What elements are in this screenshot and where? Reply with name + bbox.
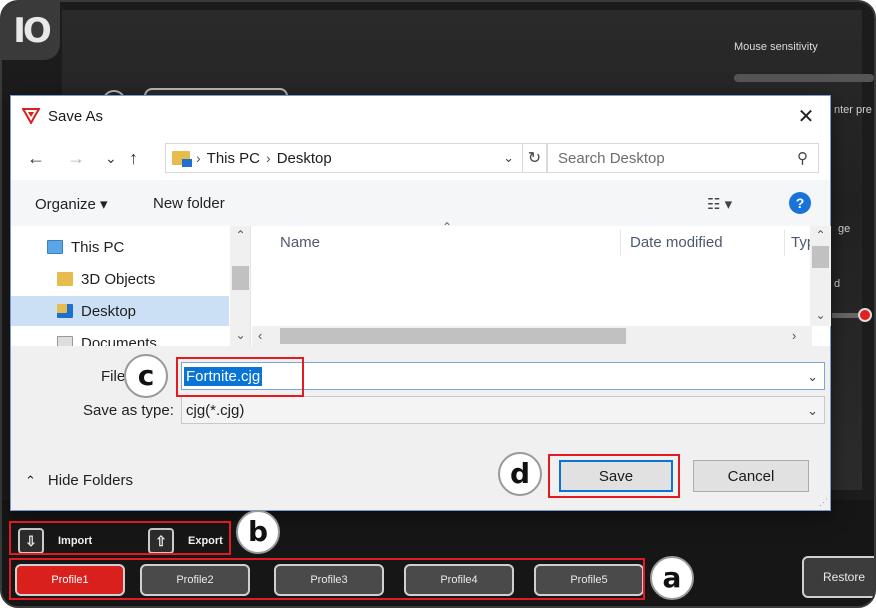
recent-locations-chevron-icon[interactable]: ⌄ xyxy=(105,150,117,167)
mouse-sensitivity-label: Mouse sensitivity xyxy=(734,41,818,53)
tree-item-label: This PC xyxy=(71,238,125,256)
address-bar[interactable]: › This PC › Desktop ⌄ ↻ xyxy=(165,143,547,173)
chevron-up-icon: ⌃ xyxy=(25,472,36,488)
side-label-2: ge xyxy=(838,223,851,235)
scrollbar-thumb[interactable] xyxy=(280,328,626,344)
callout-d: d xyxy=(498,452,542,496)
view-options-icon[interactable]: ☷ ▾ xyxy=(707,195,732,213)
breadcrumb-separator-icon: › xyxy=(196,150,201,166)
profiles-highlight xyxy=(9,558,645,600)
3d-objects-folder-icon xyxy=(57,272,73,286)
file-name-highlight xyxy=(176,357,304,397)
computer-icon xyxy=(47,240,63,254)
app-logo: IO xyxy=(2,2,60,60)
save-as-dialog: Save As ✕ ← → ⌄ ↑ › This PC › Desktop ⌄ … xyxy=(10,95,831,511)
save-as-type-label: Save as type: xyxy=(83,402,174,419)
tree-item-desktop[interactable]: Desktop xyxy=(11,296,229,326)
file-list-scrollbar[interactable]: ⌃ ⌄ xyxy=(810,226,831,326)
up-folder-arrow-icon[interactable]: ↑ xyxy=(129,148,138,169)
navigation-bar: ← → ⌄ ↑ › This PC › Desktop ⌄ ↻ Search D… xyxy=(11,136,830,180)
dialog-title: Save As xyxy=(48,107,104,125)
save-button-highlight xyxy=(548,454,680,498)
browser-panes: This PC 3D Objects Desktop Documents ⌃ ⌄… xyxy=(11,220,831,346)
documents-folder-icon xyxy=(57,336,73,346)
mouse-sensitivity-slider[interactable] xyxy=(734,74,874,82)
desktop-folder-icon xyxy=(57,304,73,318)
forward-arrow-icon[interactable]: → xyxy=(67,148,85,169)
callout-b: b xyxy=(236,510,280,554)
save-as-type-select[interactable]: cjg(*.cjg) ⌄ xyxy=(181,396,825,424)
column-divider xyxy=(620,230,621,256)
column-header-date-modified[interactable]: Date modified xyxy=(630,234,723,251)
app-shield-icon xyxy=(22,107,40,125)
file-name-dropdown-chevron-icon[interactable]: ⌄ xyxy=(807,369,818,385)
callout-c: c xyxy=(124,354,168,398)
tree-item-label: Documents xyxy=(81,334,157,347)
sort-ascending-icon: ⌃ xyxy=(442,220,453,234)
file-list: ⌃ Name Date modified Typ ⌃ ⌄ ‹ › xyxy=(252,220,831,346)
back-arrow-icon[interactable]: ← xyxy=(27,148,45,169)
address-dropdown-chevron-icon[interactable]: ⌄ xyxy=(495,150,522,166)
hide-folders-toggle[interactable]: ⌃ Hide Folders xyxy=(25,472,133,489)
scroll-up-icon[interactable]: ⌃ xyxy=(230,226,250,244)
secondary-slider-track xyxy=(832,313,858,318)
scroll-down-icon[interactable]: ⌄ xyxy=(230,326,250,344)
tree-item-3d-objects[interactable]: 3D Objects xyxy=(11,264,229,294)
close-icon[interactable]: ✕ xyxy=(792,102,820,130)
scroll-down-icon[interactable]: ⌄ xyxy=(810,306,831,324)
scrollbar-thumb[interactable] xyxy=(232,266,249,290)
file-list-horizontal-scrollbar[interactable]: ‹ › xyxy=(252,326,812,346)
navigation-pane: This PC 3D Objects Desktop Documents ⌃ ⌄ xyxy=(11,226,251,346)
tree-item-this-pc[interactable]: This PC xyxy=(11,232,229,262)
slider-handle[interactable] xyxy=(858,308,872,322)
side-label-1: nter pre xyxy=(834,104,872,116)
tree-item-label: Desktop xyxy=(81,302,137,320)
address-controls: ⌄ ↻ xyxy=(495,144,546,172)
help-icon[interactable]: ? xyxy=(789,192,811,214)
resize-grip-icon[interactable]: ⋰ xyxy=(819,497,828,508)
tree-item-documents[interactable]: Documents xyxy=(11,328,229,346)
search-input[interactable]: Search Desktop ⚲ xyxy=(547,143,819,173)
breadcrumb-this-pc[interactable]: This PC xyxy=(207,150,260,167)
search-icon: ⚲ xyxy=(797,150,808,167)
import-export-highlight xyxy=(9,521,231,555)
side-label-3: d xyxy=(834,278,841,290)
save-as-type-value: cjg(*.cjg) xyxy=(186,401,245,419)
tree-item-label: 3D Objects xyxy=(81,270,156,288)
navigation-pane-scrollbar[interactable]: ⌃ ⌄ xyxy=(230,226,250,346)
save-as-type-chevron-icon[interactable]: ⌄ xyxy=(807,403,818,419)
refresh-icon[interactable]: ↻ xyxy=(522,144,546,172)
column-divider xyxy=(784,230,785,256)
file-name-label: File xyxy=(101,368,126,385)
scrollbar-thumb[interactable] xyxy=(812,246,829,268)
breadcrumb-desktop[interactable]: Desktop xyxy=(277,150,332,167)
callout-a: a xyxy=(650,556,694,600)
restore-button[interactable]: Restore xyxy=(802,556,874,598)
dialog-titlebar: Save As ✕ xyxy=(11,96,830,136)
breadcrumb-separator-icon: › xyxy=(266,150,271,166)
column-header-name[interactable]: Name xyxy=(280,234,320,251)
new-folder-button[interactable]: New folder xyxy=(153,195,225,212)
scroll-right-icon[interactable]: › xyxy=(792,328,796,343)
command-toolbar: Organize ▾ New folder ☷ ▾ ? xyxy=(11,180,830,226)
organize-menu[interactable]: Organize ▾ xyxy=(35,195,108,213)
scroll-left-icon[interactable]: ‹ xyxy=(258,328,262,343)
cancel-button[interactable]: Cancel xyxy=(693,460,809,492)
search-placeholder: Search Desktop xyxy=(558,149,665,167)
hide-folders-label: Hide Folders xyxy=(47,472,133,489)
scroll-up-icon[interactable]: ⌃ xyxy=(810,226,831,244)
folder-icon xyxy=(172,151,192,167)
